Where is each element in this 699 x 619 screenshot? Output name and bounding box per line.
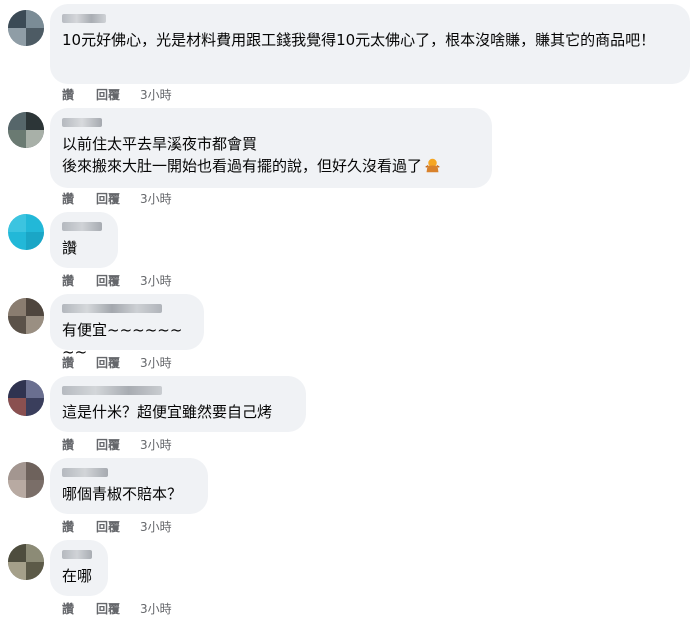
comment-bubble: 讚: [50, 212, 118, 268]
comment-text: 讚: [62, 239, 78, 257]
reply-button[interactable]: 回覆: [96, 86, 140, 103]
reply-button[interactable]: 回覆: [96, 600, 140, 617]
like-button[interactable]: 讚: [62, 272, 96, 289]
comment-actions: 讚 回覆 3小時: [62, 272, 172, 288]
comment-bubble: 10元好佛心，光是材料費用跟工錢我覺得10元太佛心了，根本沒啥賺，賺其它的商品吧…: [50, 4, 690, 84]
like-button[interactable]: 讚: [62, 190, 96, 207]
comment-timestamp[interactable]: 3小時: [140, 600, 172, 617]
comment-actions: 讚 回覆 3小時: [62, 354, 172, 370]
commenter-name[interactable]: [62, 14, 106, 23]
like-button[interactable]: 讚: [62, 600, 96, 617]
comment-timestamp[interactable]: 3小時: [140, 436, 172, 453]
commenter-name[interactable]: [62, 550, 92, 559]
comment-text: 10元好佛心，光是材料費用跟工錢我覺得10元太佛心了，根本沒啥賺，賺其它的商品吧…: [62, 31, 656, 49]
comment-actions: 讚 回覆 3小時: [62, 436, 172, 452]
avatar[interactable]: [8, 298, 44, 334]
comment-text: 在哪: [62, 567, 93, 585]
avatar[interactable]: [8, 10, 44, 46]
avatar[interactable]: [8, 544, 44, 580]
like-button[interactable]: 讚: [62, 354, 96, 371]
comment-bubble: 哪個青椒不賠本？: [50, 458, 208, 514]
like-button[interactable]: 讚: [62, 86, 96, 103]
avatar[interactable]: [8, 214, 44, 250]
comment-bubble: 有便宜~~~~~~~~: [50, 294, 204, 361]
comment-bubble: 以前住太平去旱溪夜市都會買 後來搬來大肚一開始也看過有擺的說，但好久沒看過了: [50, 108, 492, 188]
comment-timestamp[interactable]: 3小時: [140, 190, 172, 207]
comment-timestamp[interactable]: 3小時: [140, 354, 172, 371]
avatar[interactable]: [8, 380, 44, 416]
commenter-name[interactable]: [62, 304, 162, 313]
comment-timestamp[interactable]: 3小時: [140, 86, 172, 103]
comment-text: 以前住太平去旱溪夜市都會買 後來搬來大肚一開始也看過有擺的說，但好久沒看過了: [62, 133, 480, 177]
comment-timestamp[interactable]: 3小時: [140, 518, 172, 535]
reply-button[interactable]: 回覆: [96, 354, 140, 371]
reply-button[interactable]: 回覆: [96, 436, 140, 453]
comment-text: 哪個青椒不賠本？: [62, 485, 183, 503]
commenter-name[interactable]: [62, 222, 102, 231]
comment-timestamp[interactable]: 3小時: [140, 272, 172, 289]
reply-button[interactable]: 回覆: [96, 190, 140, 207]
avatar[interactable]: [8, 462, 44, 498]
like-button[interactable]: 讚: [62, 518, 96, 535]
like-button[interactable]: 讚: [62, 436, 96, 453]
person-shrugging-icon: [425, 158, 440, 173]
comment-actions: 讚 回覆 3小時: [62, 86, 172, 102]
comment-bubble: 在哪: [50, 540, 108, 596]
commenter-name[interactable]: [62, 386, 162, 395]
comment-text: 這是什米？超便宜雖然要自己烤: [62, 403, 273, 421]
avatar[interactable]: [8, 112, 44, 148]
comment-actions: 讚 回覆 3小時: [62, 190, 172, 206]
reply-button[interactable]: 回覆: [96, 272, 140, 289]
comment-bubble: 這是什米？超便宜雖然要自己烤: [50, 376, 306, 432]
comment-actions: 讚 回覆 3小時: [62, 518, 172, 534]
comment-actions: 讚 回覆 3小時: [62, 600, 172, 616]
commenter-name[interactable]: [62, 118, 102, 127]
reply-button[interactable]: 回覆: [96, 518, 140, 535]
commenter-name[interactable]: [62, 468, 108, 477]
